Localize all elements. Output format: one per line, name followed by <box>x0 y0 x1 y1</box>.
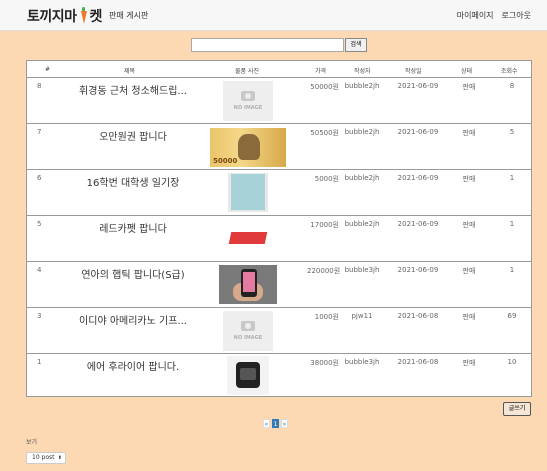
nav-right: 마이페이지 로그아웃 <box>449 10 531 21</box>
no-image-placeholder: NO IMAGE <box>223 81 273 121</box>
row-author: bubble3jh <box>344 358 380 366</box>
write-post-button[interactable]: 글쓰기 <box>503 402 531 416</box>
row-author: pjw11 <box>351 312 373 320</box>
column-header-status: 상태 <box>461 68 473 75</box>
red-carpet-photo <box>228 226 268 250</box>
row-title[interactable]: 연아의 햅틱 팝니다(S급) <box>73 266 193 281</box>
page-1-button[interactable]: 1 <box>272 419 279 428</box>
row-number: 8 <box>37 82 42 90</box>
row-views: 1 <box>509 266 515 274</box>
row-price: 38000원 <box>310 359 339 367</box>
row-price: 220000원 <box>307 267 341 275</box>
row-date: 2021-06-08 <box>397 358 439 366</box>
navbar: 토끼지마 켓 판매 게시판 마이페이지 로그아웃 <box>0 0 547 31</box>
table-row[interactable]: 4 연아의 햅틱 팝니다(S급) 220000원 bubble3jh 2021-… <box>27 262 531 308</box>
posts-per-page-select[interactable]: 10 post ⬍ <box>26 452 66 464</box>
no-image-label: NO IMAGE <box>233 105 263 111</box>
chevron-updown-icon: ⬍ <box>57 455 62 461</box>
row-number: 3 <box>37 312 42 320</box>
row-price: 5000원 <box>314 175 339 183</box>
row-price: 1000원 <box>314 313 339 321</box>
row-number: 7 <box>37 128 42 136</box>
row-number: 5 <box>37 220 42 228</box>
row-status: 판매 <box>462 221 476 229</box>
row-views: 10 <box>507 358 517 366</box>
column-header-price: 가격 <box>315 68 327 75</box>
next-page-button[interactable]: » <box>281 419 288 428</box>
diary-photo <box>228 173 268 212</box>
column-header-views: 조회수 <box>501 68 518 75</box>
column-header-title: 제목 <box>124 68 136 75</box>
row-number: 4 <box>37 266 42 274</box>
row-price: 17000원 <box>310 221 339 229</box>
row-title[interactable]: 오만원권 팝니다 <box>73 128 193 143</box>
air-fryer-photo <box>227 356 269 395</box>
brand-logo[interactable]: 토끼지마 켓 <box>27 6 102 26</box>
brand-name-left: 토끼지마 <box>27 9 77 25</box>
posts-per-page-value: 10 post <box>32 454 55 461</box>
row-author: bubble2jh <box>344 128 380 136</box>
column-header-photo: 물품 사진 <box>235 68 259 75</box>
row-status: 판매 <box>462 175 476 183</box>
table-row[interactable]: 8 휘경동 근처 청소해드립... NO IMAGE 50000원 bubble… <box>27 78 531 124</box>
sale-board-link[interactable]: 판매 게시판 <box>109 10 148 21</box>
banknote-denomination: 50000 <box>213 157 238 165</box>
posts-table: # 제목 물품 사진 가격 작성자 작성일 상태 조회수 8 휘경동 근처 청소… <box>26 60 532 397</box>
row-status: 판매 <box>462 129 476 137</box>
no-image-label: NO IMAGE <box>233 335 263 341</box>
prev-page-button[interactable]: « <box>263 419 270 428</box>
camera-icon <box>241 321 255 331</box>
search-button[interactable]: 검색 <box>345 38 367 52</box>
carrot-icon <box>79 7 88 25</box>
mypage-link[interactable]: 마이페이지 <box>457 11 494 20</box>
row-status: 판매 <box>462 83 476 91</box>
table-header: # 제목 물품 사진 가격 작성자 작성일 상태 조회수 <box>27 61 531 78</box>
table-row[interactable]: 6 16학번 대학생 일기장 5000원 bubble2jh 2021-06-0… <box>27 170 531 216</box>
row-status: 판매 <box>462 359 476 367</box>
logout-link[interactable]: 로그아웃 <box>502 11 531 20</box>
row-title[interactable]: 16학번 대학생 일기장 <box>73 174 193 189</box>
no-image-placeholder: NO IMAGE <box>223 311 273 351</box>
row-title[interactable]: 레드카펫 팝니다 <box>73 220 193 235</box>
table-row[interactable]: 5 레드카펫 팝니다 17000원 bubble2jh 2021-06-09 판… <box>27 216 531 262</box>
row-date: 2021-06-08 <box>397 312 439 320</box>
row-views: 5 <box>509 128 515 136</box>
row-number: 6 <box>37 174 42 182</box>
row-date: 2021-06-09 <box>397 82 439 90</box>
table-row[interactable]: 3 이디야 아메리카노 기프... NO IMAGE 1000원 pjw11 2… <box>27 308 531 354</box>
row-author: bubble2jh <box>344 220 380 228</box>
banknote-photo: 50000 <box>210 128 286 167</box>
row-price: 50500원 <box>310 129 339 137</box>
row-author: bubble2jh <box>344 82 380 90</box>
column-header-author: 작성자 <box>354 68 371 75</box>
search-input[interactable] <box>191 38 344 52</box>
row-date: 2021-06-09 <box>397 128 439 136</box>
table-row[interactable]: 1 에어 후라이어 팝니다. 38000원 bubble3jh 2021-06-… <box>27 354 531 397</box>
row-views: 1 <box>509 174 515 182</box>
row-views: 8 <box>509 82 515 90</box>
row-title[interactable]: 에어 후라이어 팝니다. <box>73 358 193 373</box>
row-date: 2021-06-09 <box>397 174 439 182</box>
row-title[interactable]: 이디야 아메리카노 기프... <box>73 312 193 327</box>
phone-photo <box>219 265 277 304</box>
brand-name-right: 켓 <box>89 9 103 25</box>
row-date: 2021-06-09 <box>397 266 439 274</box>
row-author: bubble2jh <box>344 174 380 182</box>
camera-icon <box>241 91 255 101</box>
row-title[interactable]: 휘경동 근처 청소해드립... <box>73 82 193 97</box>
show-count-label: 보기 <box>26 439 38 446</box>
row-date: 2021-06-09 <box>397 220 439 228</box>
column-header-date: 작성일 <box>405 68 422 75</box>
row-status: 판매 <box>462 313 476 321</box>
row-views: 69 <box>507 312 517 320</box>
row-views: 1 <box>509 220 515 228</box>
row-status: 판매 <box>462 267 476 275</box>
table-row[interactable]: 7 오만원권 팝니다 50000 50500원 bubble2jh 2021-0… <box>27 124 531 170</box>
column-header-number: # <box>45 66 51 73</box>
row-price: 50000원 <box>310 83 339 91</box>
row-author: bubble3jh <box>344 266 380 274</box>
row-number: 1 <box>37 358 42 366</box>
